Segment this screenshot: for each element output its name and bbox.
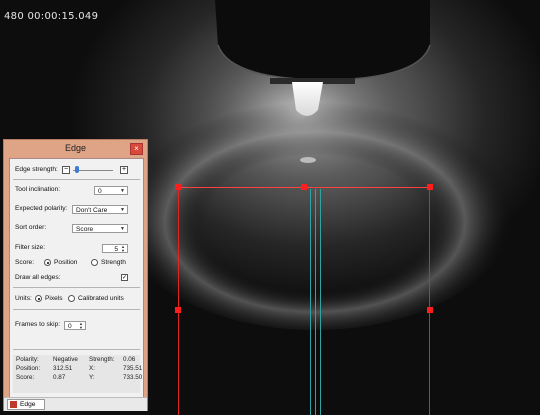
filter-size-value: 5 bbox=[114, 246, 118, 253]
strength-label: Strength: bbox=[89, 356, 115, 363]
edge-tool-icon bbox=[10, 401, 17, 408]
chevron-down-icon: ▼ bbox=[120, 188, 125, 194]
y-value: 733.50 bbox=[123, 374, 143, 381]
detected-edge-line bbox=[320, 189, 321, 415]
sort-order-dropdown[interactable]: Score ▼ bbox=[72, 224, 128, 233]
tool-inclination-label: Tool inclination: bbox=[15, 186, 61, 193]
chevron-down-icon: ▼ bbox=[120, 207, 125, 213]
polarity-label: Polarity: bbox=[16, 356, 39, 363]
tab-edge[interactable]: Edge bbox=[7, 399, 45, 410]
roi-handle-top-right[interactable] bbox=[427, 184, 433, 190]
panel-title: Edge bbox=[64, 143, 87, 153]
divider bbox=[13, 349, 140, 350]
edge-result-stats: Polarity: Negative Strength: 0.06 Positi… bbox=[13, 355, 143, 393]
divider bbox=[13, 309, 140, 310]
score-position-radio[interactable] bbox=[44, 259, 51, 266]
filter-size-spinner[interactable]: 5 ▲ ▼ bbox=[102, 244, 128, 253]
score-result-label: Score: bbox=[16, 374, 35, 381]
chevron-down-icon: ▼ bbox=[120, 226, 125, 232]
frames-to-skip-value: 0 bbox=[68, 323, 72, 330]
expected-polarity-value: Don't Care bbox=[76, 207, 108, 214]
edge-strength-decrease-button[interactable]: − bbox=[62, 166, 70, 174]
edge-strength-slider-knob[interactable] bbox=[75, 166, 79, 173]
roi-handle-top-center[interactable] bbox=[301, 184, 307, 190]
frames-to-skip-spinner[interactable]: 0 ▲ ▼ bbox=[64, 321, 86, 330]
roi-handle-middle-left[interactable] bbox=[175, 307, 181, 313]
edge-tool-panel: Edge × Edge strength: − + Tool inclinati… bbox=[3, 139, 148, 411]
detected-edge-line bbox=[315, 189, 316, 415]
roi-handle-top-left[interactable] bbox=[175, 184, 181, 190]
divider bbox=[13, 179, 140, 180]
edge-strength-slider-track[interactable] bbox=[73, 170, 113, 171]
panel-content: Edge strength: − + Tool inclination: 0 ▼… bbox=[9, 158, 144, 398]
edge-strength-label: Edge strength: bbox=[15, 166, 58, 173]
position-value: 312.51 bbox=[53, 365, 73, 372]
detected-edge-line bbox=[310, 189, 311, 415]
frames-to-skip-label: Frames to skip: bbox=[15, 321, 61, 328]
close-icon[interactable]: × bbox=[130, 143, 143, 155]
x-value: 735.51 bbox=[123, 365, 143, 372]
timestamp-overlay: 480 00:00:15.049 bbox=[4, 11, 99, 22]
score-strength-radio[interactable] bbox=[91, 259, 98, 266]
draw-all-edges-label: Draw all edges: bbox=[15, 274, 61, 281]
panel-tab-bar: Edge bbox=[4, 397, 147, 411]
units-pixels-radio[interactable] bbox=[35, 295, 42, 302]
position-label: Position: bbox=[16, 365, 41, 372]
sort-order-label: Sort order: bbox=[15, 224, 47, 231]
roi-rectangle[interactable] bbox=[178, 187, 430, 415]
units-label: Units: bbox=[15, 295, 32, 302]
score-strength-label: Strength bbox=[101, 259, 126, 266]
draw-all-edges-checkbox[interactable]: ✓ bbox=[121, 274, 128, 281]
sort-order-value: Score bbox=[76, 226, 94, 233]
expected-polarity-dropdown[interactable]: Don't Care ▼ bbox=[72, 205, 128, 214]
spinner-arrows-icon: ▲ ▼ bbox=[79, 321, 83, 330]
expected-polarity-label: Expected polarity: bbox=[15, 205, 68, 212]
roi-handle-middle-right[interactable] bbox=[427, 307, 433, 313]
units-calibrated-radio[interactable] bbox=[68, 295, 75, 302]
score-label: Score: bbox=[15, 259, 35, 266]
edge-strength-increase-button[interactable]: + bbox=[120, 166, 128, 174]
tool-inclination-dropdown[interactable]: 0 ▼ bbox=[94, 186, 128, 195]
score-result-value: 0.87 bbox=[53, 374, 66, 381]
filter-size-label: Filter size: bbox=[15, 244, 46, 251]
strength-value: 0.06 bbox=[123, 356, 136, 363]
x-label: X: bbox=[89, 365, 95, 372]
y-label: Y: bbox=[89, 374, 95, 381]
polarity-value: Negative bbox=[53, 356, 78, 363]
tool-inclination-value: 0 bbox=[98, 188, 102, 195]
divider bbox=[13, 287, 140, 288]
units-calibrated-label: Calibrated units bbox=[78, 295, 124, 302]
score-position-label: Position bbox=[54, 259, 78, 266]
units-pixels-label: Pixels bbox=[45, 295, 63, 302]
spinner-arrows-icon: ▲ ▼ bbox=[121, 244, 125, 253]
tab-edge-label: Edge bbox=[20, 401, 36, 408]
